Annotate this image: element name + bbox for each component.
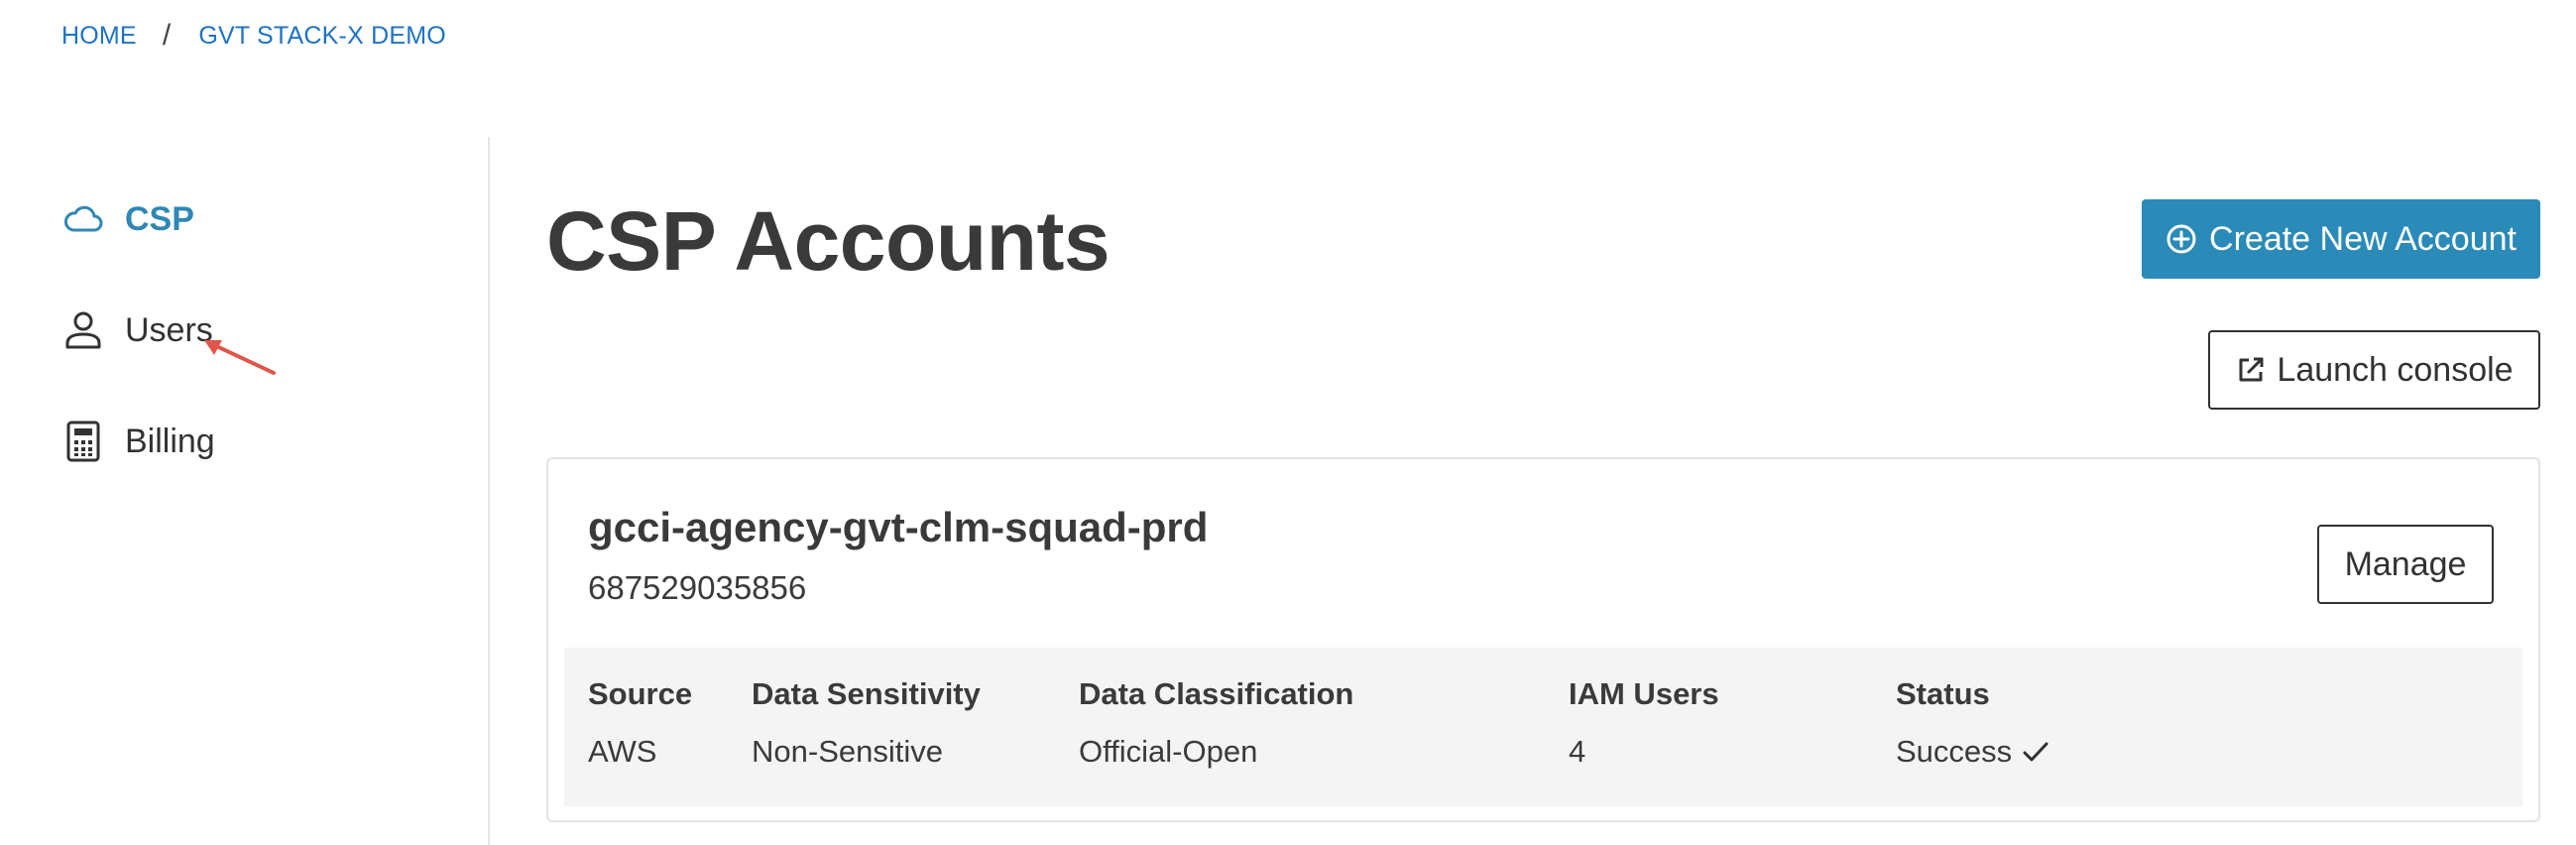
- column-value: AWS: [588, 731, 692, 773]
- account-name: gcci-agency-gvt-clm-squad-prd: [588, 504, 1209, 550]
- manage-button[interactable]: Manage: [2317, 525, 2494, 604]
- column-header: Status: [1896, 676, 1990, 711]
- page-title: CSP Accounts: [546, 194, 1111, 288]
- detail-column-status: Status Success: [1896, 673, 2049, 773]
- breadcrumb-separator: /: [162, 19, 172, 52]
- detail-column-source: Source AWS: [588, 673, 692, 773]
- column-value-text: 4: [1569, 734, 1586, 769]
- detail-column-data-sensitivity: Data Sensitivity Non-Sensitive: [752, 673, 981, 773]
- sidebar-item-users[interactable]: Users: [61, 305, 213, 355]
- sidebar-item-billing[interactable]: Billing: [61, 417, 215, 466]
- pointer-arrow-icon: [204, 340, 276, 375]
- detail-column-data-classification: Data Classification Official-Open: [1079, 673, 1353, 773]
- cloud-icon: [61, 197, 105, 241]
- breadcrumb: HOME / GVT STACK-X DEMO: [61, 18, 446, 54]
- status-text: Success: [1896, 734, 2013, 769]
- create-new-account-label: Create New Account: [2209, 219, 2517, 258]
- column-header: Data Classification: [1079, 676, 1354, 711]
- column-header: Data Sensitivity: [752, 676, 981, 711]
- column-value: 4: [1569, 731, 1719, 773]
- column-value-text: Official-Open: [1079, 734, 1258, 769]
- launch-console-button[interactable]: Launch console: [2208, 330, 2540, 410]
- account-details-panel: Source AWS Data Sensitivity Non-Sensitiv…: [564, 648, 2522, 806]
- column-value: Official-Open: [1079, 731, 1353, 773]
- column-value-text: AWS: [588, 734, 657, 769]
- column-header: Source: [588, 676, 693, 711]
- column-header: IAM Users: [1569, 676, 1719, 711]
- launch-console-label: Launch console: [2277, 350, 2514, 389]
- sidebar-item-csp[interactable]: CSP: [61, 194, 194, 244]
- calculator-icon: [61, 420, 105, 463]
- create-new-account-button[interactable]: Create New Account: [2142, 199, 2540, 279]
- breadcrumb-current-link[interactable]: GVT STACK-X DEMO: [198, 22, 446, 51]
- breadcrumb-home-link[interactable]: HOME: [61, 22, 137, 51]
- plus-circle-icon: [2166, 223, 2197, 255]
- sidebar-item-label: Billing: [125, 422, 215, 460]
- user-icon: [61, 308, 105, 352]
- account-id: 687529035856: [588, 569, 807, 606]
- account-card: gcci-agency-gvt-clm-squad-prd 6875290358…: [546, 457, 2540, 822]
- sidebar-item-label: CSP: [125, 199, 194, 238]
- column-value: Non-Sensitive: [752, 731, 981, 773]
- column-value-text: Non-Sensitive: [752, 734, 943, 769]
- checkmark-icon: [2022, 740, 2049, 764]
- sidebar: CSP Users Billing: [0, 137, 490, 845]
- external-link-icon: [2235, 354, 2267, 386]
- detail-column-iam-users: IAM Users 4: [1569, 673, 1719, 773]
- status-value: Success: [1896, 731, 2049, 773]
